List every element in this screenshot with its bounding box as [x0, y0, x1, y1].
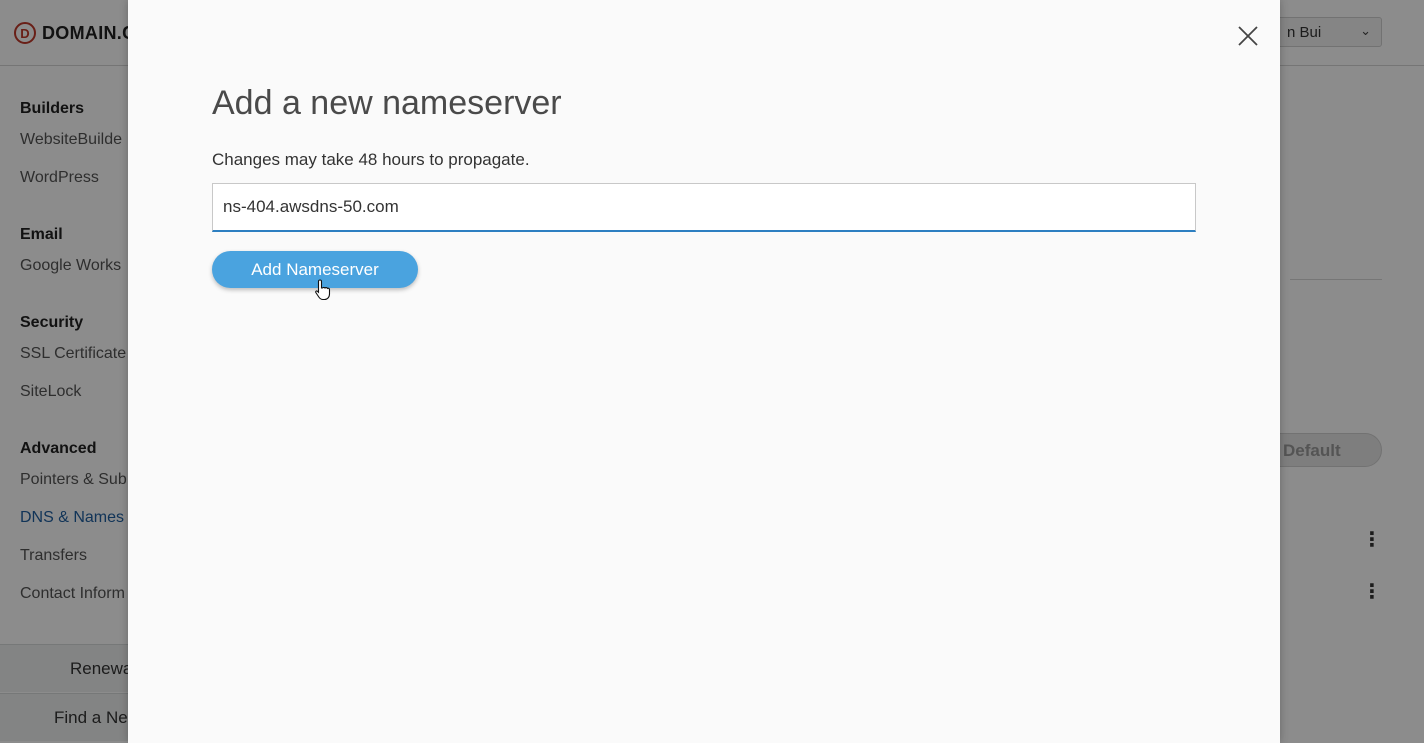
- add-nameserver-modal: Add a new nameserver Changes may take 48…: [128, 0, 1280, 743]
- modal-subtitle: Changes may take 48 hours to propagate.: [212, 150, 530, 169]
- nameserver-input[interactable]: [212, 183, 1196, 232]
- close-icon[interactable]: [1236, 24, 1260, 48]
- modal-title: Add a new nameserver: [212, 84, 562, 122]
- hand-cursor-icon: [315, 279, 331, 301]
